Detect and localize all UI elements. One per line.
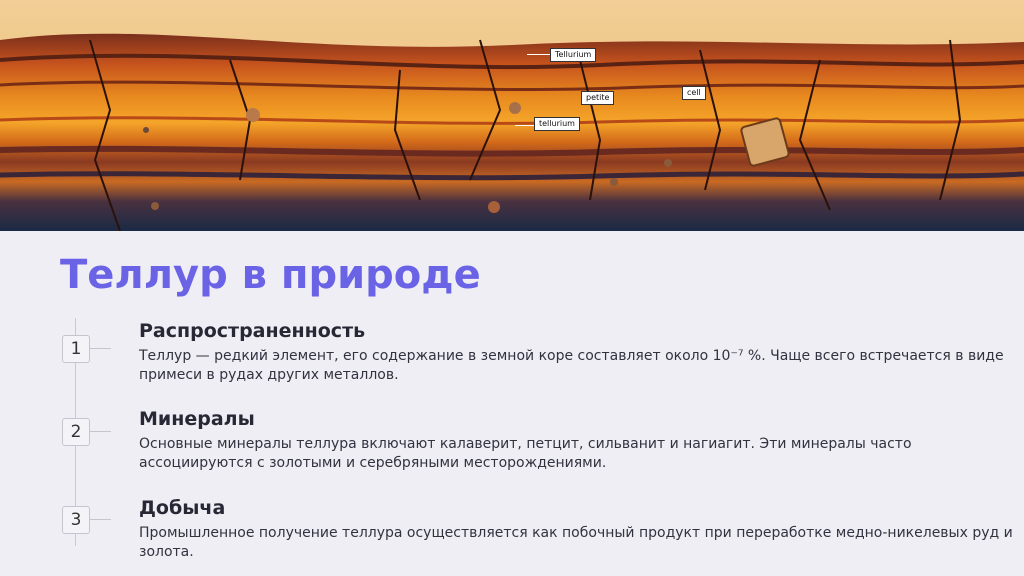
geology-illustration: Tellurium petite tellurium cell — [0, 0, 1024, 231]
step-number-3: 3 — [62, 506, 90, 534]
item-title-mining: Добыча — [139, 497, 226, 519]
page-title: Теллур в природе — [60, 252, 481, 298]
item-title-prevalence: Распространенность — [139, 320, 366, 342]
image-label-cell: cell — [682, 86, 706, 100]
step-connector — [89, 348, 111, 349]
item-title-minerals: Минералы — [139, 408, 255, 430]
label-pointer — [515, 125, 535, 126]
step-number-1: 1 — [62, 335, 90, 363]
step-connector — [89, 519, 111, 520]
image-label-tellurium-2: tellurium — [534, 117, 580, 131]
item-text-prevalence: Теллур — редкий элемент, его содержание … — [139, 348, 1004, 383]
step-connector — [89, 431, 111, 432]
label-pointer — [527, 54, 551, 55]
item-text-minerals: Основные минералы теллура включают калав… — [139, 436, 912, 471]
image-label-petite: petite — [581, 91, 615, 105]
item-text-mining: Промышленное получение теллура осуществл… — [139, 525, 1013, 560]
rock-layers-image — [0, 0, 1024, 231]
image-label-tellurium: Tellurium — [550, 48, 597, 62]
step-number-2: 2 — [62, 418, 90, 446]
